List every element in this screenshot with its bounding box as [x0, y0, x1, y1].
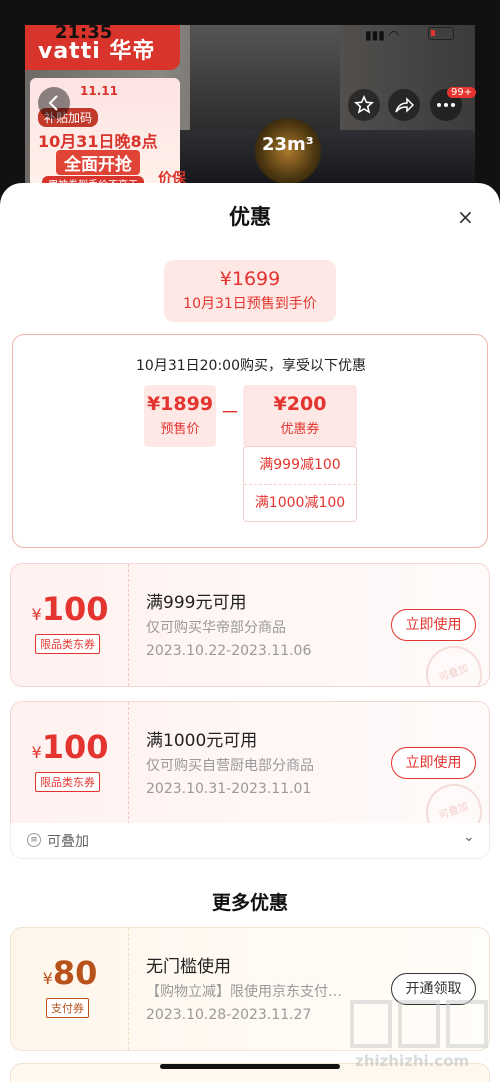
battery-icon [428, 27, 454, 40]
stackable-toggle[interactable]: ≡ 可叠加 ⌄ [10, 823, 490, 859]
chevron-down-icon: ⌄ [463, 829, 475, 845]
final-price: ¥1699 [219, 268, 281, 290]
coupon-title: 无门槛使用 [146, 957, 231, 977]
product-hero: vatti 华帝 11.11 补贴加码 10月31日晚8点 全面开抢 用神券到手… [0, 0, 500, 200]
chevron-left-icon [48, 95, 58, 111]
coupon-card: ¥100 限品类东券 满999元可用 仅可购买华帝部分商品 2023.10.22… [10, 563, 490, 687]
coupon-currency: ¥ [31, 743, 42, 762]
coupon-total-cell: ¥200 优惠券 [243, 385, 357, 447]
presale-label: 预售价 [160, 422, 200, 437]
use-now-button[interactable]: 立即使用 [391, 747, 476, 779]
coupon-amount: 100 [41, 728, 109, 766]
more-dots-icon [437, 103, 455, 107]
discount-sheet: 优惠 × ¥1699 10月31日预售到手价 10月31日20:00购买，享受以… [0, 183, 500, 1082]
coupon-date: 2023.10.31-2023.11.01 [146, 781, 312, 797]
coupon-desc: 【购物立减】限使用京东支付… [146, 984, 342, 1000]
coupon-breakdown: 满999减100 满1000减100 [243, 446, 357, 522]
coupon-amount: 80 [52, 954, 98, 992]
promo-line-2: 10月31日晚8点 [38, 132, 158, 151]
price-calculation: 10月31日20:00购买，享受以下优惠 ¥1899 预售价 － ¥200 优惠… [12, 334, 488, 548]
coupon-breakdown-item: 满1000减100 [244, 484, 356, 521]
star-icon [354, 95, 374, 114]
coupon-date: 2023.10.28-2023.11.27 [146, 1007, 312, 1023]
coupon-date: 2023.10.22-2023.11.06 [146, 643, 312, 659]
share-button[interactable] [388, 89, 420, 121]
minus-sign: － [220, 400, 240, 424]
stackable-stamp: 可叠加 [418, 776, 489, 824]
use-now-button[interactable]: 立即使用 [391, 609, 476, 641]
coupon-card: ¥100 限品类东券 满1000元可用 仅可购买自营厨电部分商品 2023.10… [10, 701, 490, 825]
coupon-value-area: ¥100 限品类东券 [11, 702, 129, 824]
coupon-title: 满999元可用 [146, 593, 247, 613]
calc-header: 10月31日20:00购买，享受以下优惠 [136, 358, 366, 374]
favorite-button[interactable] [348, 89, 380, 121]
stackable-label: 可叠加 [47, 834, 89, 850]
coupon-currency: ¥ [42, 969, 53, 988]
stackable-stamp: 可叠加 [418, 638, 489, 686]
final-price-box: ¥1699 10月31日预售到手价 [164, 260, 336, 322]
coupon-value-area: ¥100 限品类东券 [11, 564, 129, 686]
coupon-type-tag: 限品类东券 [35, 772, 100, 792]
promo-event: 11.11 [80, 84, 118, 98]
sheet-title: 优惠 [229, 205, 271, 229]
final-price-caption: 10月31日预售到手价 [183, 296, 317, 312]
message-badge: 99+ [447, 87, 477, 98]
back-button[interactable] [38, 87, 70, 119]
coupon-type-tag: 支付券 [46, 998, 89, 1018]
coupon-desc: 仅可购买华帝部分商品 [146, 620, 286, 636]
coupon-currency: ¥ [31, 605, 42, 624]
coupon-value-area: ¥80 支付券 [11, 928, 129, 1050]
more-offers-title: 更多优惠 [211, 892, 288, 914]
coupon-desc: 仅可购买自营厨电部分商品 [146, 758, 314, 774]
coupon-title: 满1000元可用 [146, 731, 258, 751]
signal-icon: ▮▮▮ ◠ [365, 28, 400, 42]
airflow-label: 23m³ [262, 134, 314, 155]
share-icon [395, 97, 414, 113]
coupon-type-tag: 限品类东券 [35, 634, 100, 654]
watermark-logo: zhizhizhi.com [350, 1000, 490, 1070]
close-icon[interactable]: × [457, 205, 474, 229]
home-indicator [160, 1064, 340, 1069]
presale-price-cell: ¥1899 预售价 [144, 385, 216, 447]
range-hood-image [190, 25, 340, 135]
watermark-text: zhizhizhi.com [355, 1052, 470, 1070]
coupon-total-label: 优惠券 [280, 422, 320, 437]
status-time: 21:35 [55, 22, 113, 43]
coupon-breakdown-item: 满999减100 [259, 457, 341, 473]
stack-icon: ≡ [27, 833, 41, 847]
presale-price: ¥1899 [146, 393, 214, 415]
coupon-total: ¥200 [273, 393, 327, 415]
promo-line-3: 全面开抢 [56, 150, 140, 175]
coupon-amount: 100 [41, 590, 109, 628]
